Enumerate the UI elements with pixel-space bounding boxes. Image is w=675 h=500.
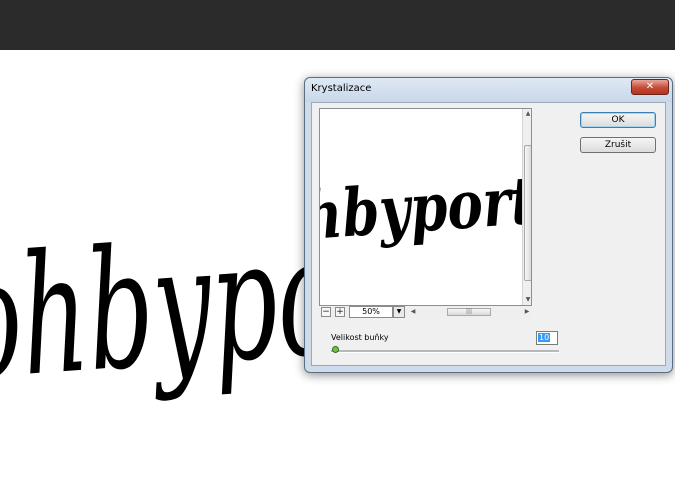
horizontal-scroll-thumb[interactable]: |||: [447, 308, 491, 316]
preview-vertical-scrollbar[interactable]: ▲ ▼: [522, 109, 531, 305]
zoom-level-field[interactable]: 50%: [349, 306, 393, 318]
cell-size-input[interactable]: 10: [536, 331, 558, 345]
ok-button[interactable]: OK: [580, 112, 656, 128]
preview-horizontal-scrollbar[interactable]: ◀ ||| ▶: [409, 307, 531, 317]
close-button[interactable]: ✕: [631, 79, 669, 95]
zoom-out-button[interactable]: −: [321, 307, 331, 317]
preview-image: hbyport: [320, 161, 531, 255]
app-top-bar: [0, 0, 675, 50]
crystallize-dialog: Krystalizace ✕ hbyport ▲ ▼ − + 50% ▼ ◀ |…: [304, 77, 673, 373]
cancel-button[interactable]: Zrušit: [580, 137, 656, 153]
minus-icon: −: [322, 307, 330, 317]
cell-size-value: 10: [538, 333, 551, 342]
close-icon: ✕: [645, 81, 655, 92]
cell-size-label: Velikost buňky: [331, 333, 389, 342]
canvas-text: ohbypo: [0, 199, 345, 417]
filter-preview[interactable]: hbyport ▲ ▼: [319, 108, 532, 306]
scroll-up-icon[interactable]: ▲: [524, 109, 531, 119]
dialog-client-area: hbyport ▲ ▼ − + 50% ▼ ◀ ||| ▶ OK Zrušit …: [311, 102, 666, 366]
dialog-title: Krystalizace: [311, 83, 372, 94]
zoom-in-button[interactable]: +: [335, 307, 345, 317]
cell-size-slider-thumb[interactable]: [332, 346, 339, 353]
preview-zoom-bar: − + 50% ▼ ◀ ||| ▶: [319, 306, 532, 318]
dialog-titlebar[interactable]: Krystalizace ✕: [305, 78, 672, 102]
plus-icon: +: [336, 307, 344, 317]
preview-text: hbyport: [320, 161, 522, 255]
scroll-down-icon[interactable]: ▼: [524, 295, 531, 305]
scroll-right-icon[interactable]: ▶: [523, 307, 531, 317]
zoom-dropdown-button[interactable]: ▼: [393, 306, 405, 318]
scroll-left-icon[interactable]: ◀: [409, 307, 417, 317]
vertical-scroll-thumb[interactable]: [524, 145, 531, 281]
chevron-down-icon: ▼: [396, 308, 402, 315]
cell-size-slider[interactable]: [331, 350, 559, 353]
